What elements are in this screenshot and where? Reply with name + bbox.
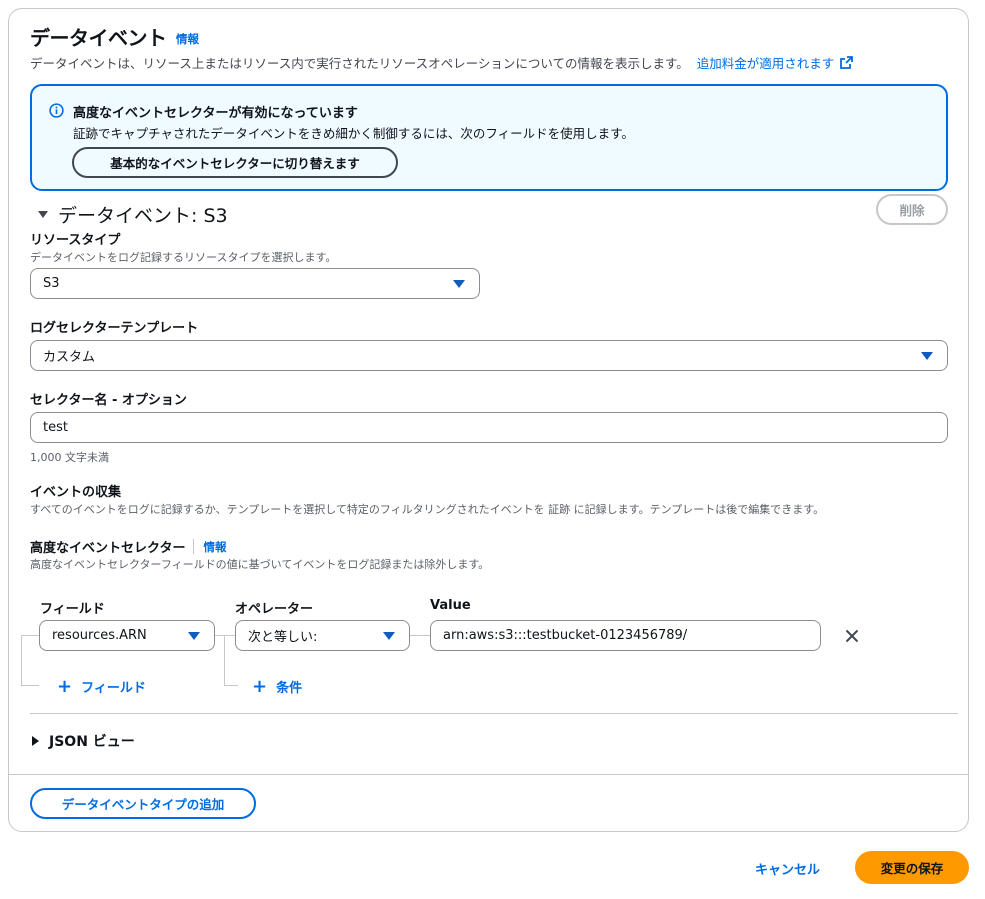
data-event-expander[interactable]: データイベント: S3	[38, 201, 228, 228]
close-icon[interactable]	[845, 628, 859, 647]
value-text: arn:aws:s3:::testbucket-0123456789/	[443, 628, 688, 643]
resource-type-value: S3	[43, 276, 60, 291]
field-column-header: フィールド	[40, 602, 105, 617]
alert-title: 高度なイベントセレクターが有効になっています	[73, 106, 358, 121]
advanced-selector-heading: 高度なイベントセレクター 情報	[30, 537, 226, 556]
log-selector-template-label: ログセレクターテンプレート	[30, 321, 199, 336]
add-field-button[interactable]: + フィールド	[57, 677, 146, 696]
extra-charge-link[interactable]: 追加料金が適用されます	[697, 53, 835, 72]
operator-column-header: オペレーター	[235, 602, 314, 617]
plus-icon: +	[252, 675, 268, 697]
add-field-label: フィールド	[81, 681, 146, 696]
operator-value: 次と等しい:	[248, 630, 318, 645]
add-condition-button[interactable]: + 条件	[252, 677, 302, 696]
cancel-button[interactable]: キャンセル	[755, 859, 820, 878]
advanced-selector-description: 高度なイベントセレクターフィールドの値に基づいてイベントをログ記録または除外しま…	[30, 558, 490, 571]
collapse-icon[interactable]	[38, 211, 48, 218]
advanced-selector-info-link[interactable]: 情報	[203, 539, 226, 555]
data-event-header: データイベント: S3	[58, 205, 228, 227]
field-value: resources.ARN	[52, 628, 147, 643]
alert-body: 証跡でキャプチャされたデータイベントをきめ細かく制御するには、次のフィールドを使…	[73, 126, 634, 141]
value-column-header: Value	[430, 598, 471, 613]
caret-down-icon	[383, 631, 395, 640]
resource-type-select[interactable]: S3	[30, 268, 480, 299]
info-alert: 高度なイベントセレクターが有効になっています 証跡でキャプチャされたデータイベン…	[30, 84, 948, 191]
section-title: データイベント	[30, 26, 167, 50]
section-description: データイベントは、リソース上またはリソース内で実行されたリソースオペレーションに…	[30, 56, 689, 71]
operator-select[interactable]: 次と等しい:	[235, 620, 410, 651]
selector-name-label: セレクター名 - オプション	[30, 393, 187, 408]
external-link-icon[interactable]	[840, 56, 854, 69]
add-condition-label: 条件	[276, 681, 303, 696]
switch-basic-selector-button[interactable]: 基本的なイベントセレクターに切り替えます	[72, 147, 398, 178]
json-view-expander[interactable]: JSON ビュー	[32, 731, 135, 751]
info-icon	[49, 103, 64, 122]
info-link[interactable]: 情報	[176, 31, 199, 47]
event-collection-description: すべてのイベントをログに記録するか、テンプレートを選択して特定のフィルタリングさ…	[30, 503, 825, 516]
value-input[interactable]: arn:aws:s3:::testbucket-0123456789/	[430, 620, 821, 651]
json-view-label: JSON ビュー	[49, 734, 135, 750]
divider	[9, 774, 968, 775]
caret-down-icon	[188, 631, 200, 640]
section-description-row: データイベントは、リソース上またはリソース内で実行されたリソースオペレーションに…	[30, 53, 854, 72]
selector-name-value: test	[43, 420, 68, 435]
caret-down-icon	[453, 279, 465, 288]
data-events-panel: データイベント 情報 データイベントは、リソース上またはリソース内で実行されたリ…	[8, 8, 969, 832]
save-changes-button[interactable]: 変更の保存	[855, 851, 969, 884]
caret-down-icon	[921, 351, 933, 360]
log-selector-template-value: カスタム	[43, 350, 96, 365]
log-selector-template-select[interactable]: カスタム	[30, 340, 948, 371]
tree-connector	[409, 635, 430, 636]
divider	[193, 539, 195, 554]
resource-type-description: データイベントをログ記録するリソースタイプを選択します。	[30, 251, 337, 264]
field-select[interactable]: resources.ARN	[39, 620, 215, 651]
add-data-event-type-button[interactable]: データイベントタイプの追加	[30, 788, 256, 819]
selector-name-constraint: 1,000 文字未満	[30, 451, 109, 464]
plus-icon: +	[57, 675, 73, 697]
expand-icon[interactable]	[32, 736, 39, 746]
tree-connector	[21, 635, 39, 686]
selector-name-input[interactable]: test	[30, 412, 948, 443]
delete-button[interactable]: 削除	[876, 194, 948, 225]
advanced-selector-label: 高度なイベントセレクター	[30, 541, 186, 556]
resource-type-label: リソースタイプ	[30, 233, 121, 248]
event-collection-label: イベントの収集	[30, 485, 122, 500]
divider	[30, 713, 958, 714]
